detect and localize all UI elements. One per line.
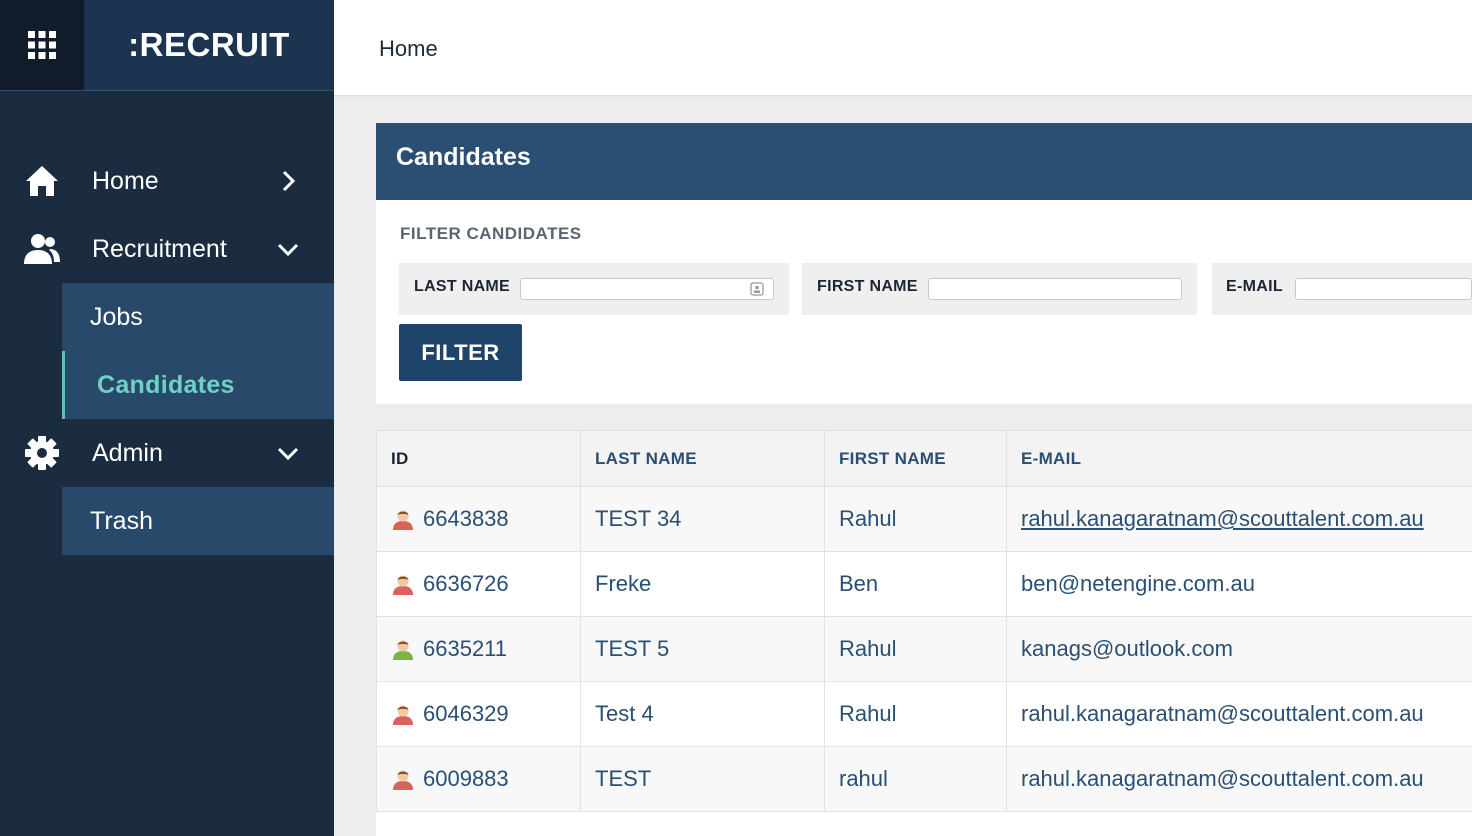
sidebar-item-trash[interactable]: Trash [62,487,334,555]
email-text[interactable]: kanags@outlook.com [1021,636,1233,661]
table-row[interactable]: 6046329 Test 4 Rahul rahul.kanagaratnam@sco… [376,681,1472,747]
candidate-person-icon [393,510,413,530]
table-row[interactable]: 6636726 Freke Ben ben@netengine.com.au [376,551,1472,617]
cell-last-name: TEST 34 [580,486,825,552]
filter-button[interactable]: FILTER [399,324,522,381]
cell-email[interactable]: rahul.kanagaratnam@scouttalent.com.au [1006,681,1472,747]
candidate-id[interactable]: 6635211 [423,637,507,662]
sidebar-item-label: Recruitment [92,235,227,263]
cell-id[interactable]: 6009883 [376,746,581,812]
cell-email[interactable]: rahul.kanagaratnam@scouttalent.com.au [1006,486,1472,552]
column-header-id[interactable]: ID [376,430,581,487]
sidebar-item-recruitment[interactable]: Recruitment [0,215,334,283]
sidebar-item-admin[interactable]: Admin [0,419,334,487]
cell-email[interactable]: rahul.kanagaratnam@scouttalent.com.au [1006,746,1472,812]
candidates-panel: Candidates FILTER CANDIDATES LAST NAME F… [376,123,1472,404]
cell-id[interactable]: 6635211 [376,616,581,682]
contact-card-icon [750,282,764,296]
app-launcher-button[interactable] [0,0,84,90]
candidate-person-icon [393,575,413,595]
email-filter: E-MAIL [1212,263,1472,315]
last-name-input[interactable] [520,278,774,300]
sidebar-item-label: Admin [92,439,163,467]
sidebar: :RECRUIT Home Recruitment Jobs Candidate… [0,0,334,836]
cell-first-name: Rahul [824,681,1007,747]
cell-email[interactable]: ben@netengine.com.au [1006,551,1472,617]
cell-last-name: Test 4 [580,681,825,747]
sidebar-item-candidates[interactable]: Candidates [62,351,334,419]
email-text[interactable]: ben@netengine.com.au [1021,571,1255,596]
candidate-person-icon [393,705,413,725]
candidate-id[interactable]: 6643838 [423,507,509,532]
sidebar-item-label: Trash [90,507,153,535]
sidebar-item-label: Home [92,167,159,195]
filter-section-title: FILTER CANDIDATES [400,224,582,243]
candidate-person-icon [393,770,413,790]
gear-icon [22,435,62,471]
cell-id[interactable]: 6643838 [376,486,581,552]
chevron-right-icon [282,170,296,192]
grid-icon [28,31,56,59]
email-label: E-MAIL [1226,278,1283,295]
candidate-id[interactable]: 6009883 [423,767,509,792]
cell-id[interactable]: 6046329 [376,681,581,747]
table-row[interactable]: 6635211 TEST 5 Rahul kanags@outlook.com [376,616,1472,682]
candidate-person-icon [393,640,413,660]
panel-header: Candidates [376,123,1472,200]
table-row[interactable]: 6643838 TEST 34 Rahul rahul.kanagaratnam@sc… [376,486,1472,552]
cell-first-name: Rahul [824,486,1007,552]
cell-first-name: Rahul [824,616,1007,682]
top-bar: Home [334,0,1472,95]
email-text[interactable]: rahul.kanagaratnam@scouttalent.com.au [1021,701,1424,726]
candidate-id[interactable]: 6046329 [423,702,509,727]
first-name-filter: FIRST NAME [802,263,1197,315]
page-title: Candidates [396,143,531,171]
email-text[interactable]: rahul.kanagaratnam@scouttalent.com.au [1021,766,1424,791]
candidate-id[interactable]: 6636726 [423,572,509,597]
chevron-down-icon [277,243,299,257]
cell-first-name: rahul [824,746,1007,812]
first-name-input[interactable] [928,278,1182,300]
table-row[interactable]: 6009883 TEST rahul rahul.kanagaratnam@scout… [376,746,1472,812]
last-name-label: LAST NAME [414,278,511,295]
sidebar-item-label: Candidates [97,371,235,399]
column-header-last-name[interactable]: LAST NAME [580,430,825,487]
app-title: :RECRUIT [128,26,290,63]
candidates-table: ID LAST NAME FIRST NAME E-MAIL 6643838 TE… [376,430,1472,836]
cell-last-name: TEST 5 [580,616,825,682]
cell-last-name: TEST [580,746,825,812]
chevron-down-icon [277,447,299,461]
cell-id[interactable]: 6636726 [376,551,581,617]
sidebar-item-jobs[interactable]: Jobs [62,283,334,351]
last-name-filter: LAST NAME [399,263,789,315]
cell-first-name: Ben [824,551,1007,617]
email-input[interactable] [1295,278,1472,300]
first-name-label: FIRST NAME [817,278,918,295]
cell-email[interactable]: kanags@outlook.com [1006,616,1472,682]
breadcrumb[interactable]: Home [379,36,438,62]
column-header-email[interactable]: E-MAIL [1006,430,1472,487]
column-header-first-name[interactable]: FIRST NAME [824,430,1007,487]
sidebar-item-label: Jobs [90,303,143,331]
sidebar-item-home[interactable]: Home [0,147,334,215]
logo-bar: :RECRUIT [0,0,334,91]
cell-last-name: Freke [580,551,825,617]
users-icon [22,231,62,267]
table-header-row: ID LAST NAME FIRST NAME E-MAIL [376,430,1472,487]
home-icon [22,163,62,199]
email-link[interactable]: rahul.kanagaratnam@scouttalent.com.au [1021,506,1424,531]
